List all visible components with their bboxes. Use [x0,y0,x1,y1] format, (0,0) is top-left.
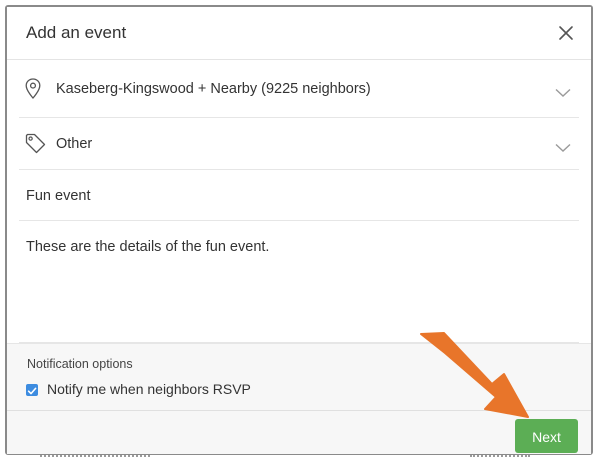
map-pin-icon [25,78,41,104]
checkmark-icon [27,387,37,395]
location-label: Kaseberg-Kingswood + Nearby (9225 neighb… [56,81,371,97]
category-select[interactable]: Other [19,118,579,170]
rsvp-notify-checkbox[interactable] [26,384,38,396]
location-select[interactable]: Kaseberg-Kingswood + Nearby (9225 neighb… [19,60,579,118]
chevron-down-icon [555,85,571,97]
dialog-title: Add an event [26,23,127,42]
dialog-body: Kaseberg-Kingswood + Nearby (9225 neighb… [19,60,579,343]
rsvp-notify-label[interactable]: Notify me when neighbors RSVP [47,381,251,397]
notification-options: Notification options Notify me when neig… [7,343,591,411]
background-content-peek [470,455,530,463]
event-title-field[interactable]: Fun event [19,170,579,221]
dialog-header: Add an event [7,7,591,60]
event-title-value: Fun event [26,188,91,204]
dialog-footer: Next [7,410,591,454]
event-details-field[interactable]: These are the details of the fun event. [19,221,579,343]
close-icon[interactable] [557,24,575,42]
next-button[interactable]: Next [515,419,578,453]
tag-icon [25,133,46,159]
background-content-peek [40,455,150,463]
event-details-value: These are the details of the fun event. [26,239,270,255]
notification-options-heading: Notification options [27,357,133,371]
chevron-down-icon [555,140,571,152]
category-label: Other [56,136,93,152]
add-event-dialog: Add an event Kaseberg-Kingswood + Nearby… [7,7,591,454]
